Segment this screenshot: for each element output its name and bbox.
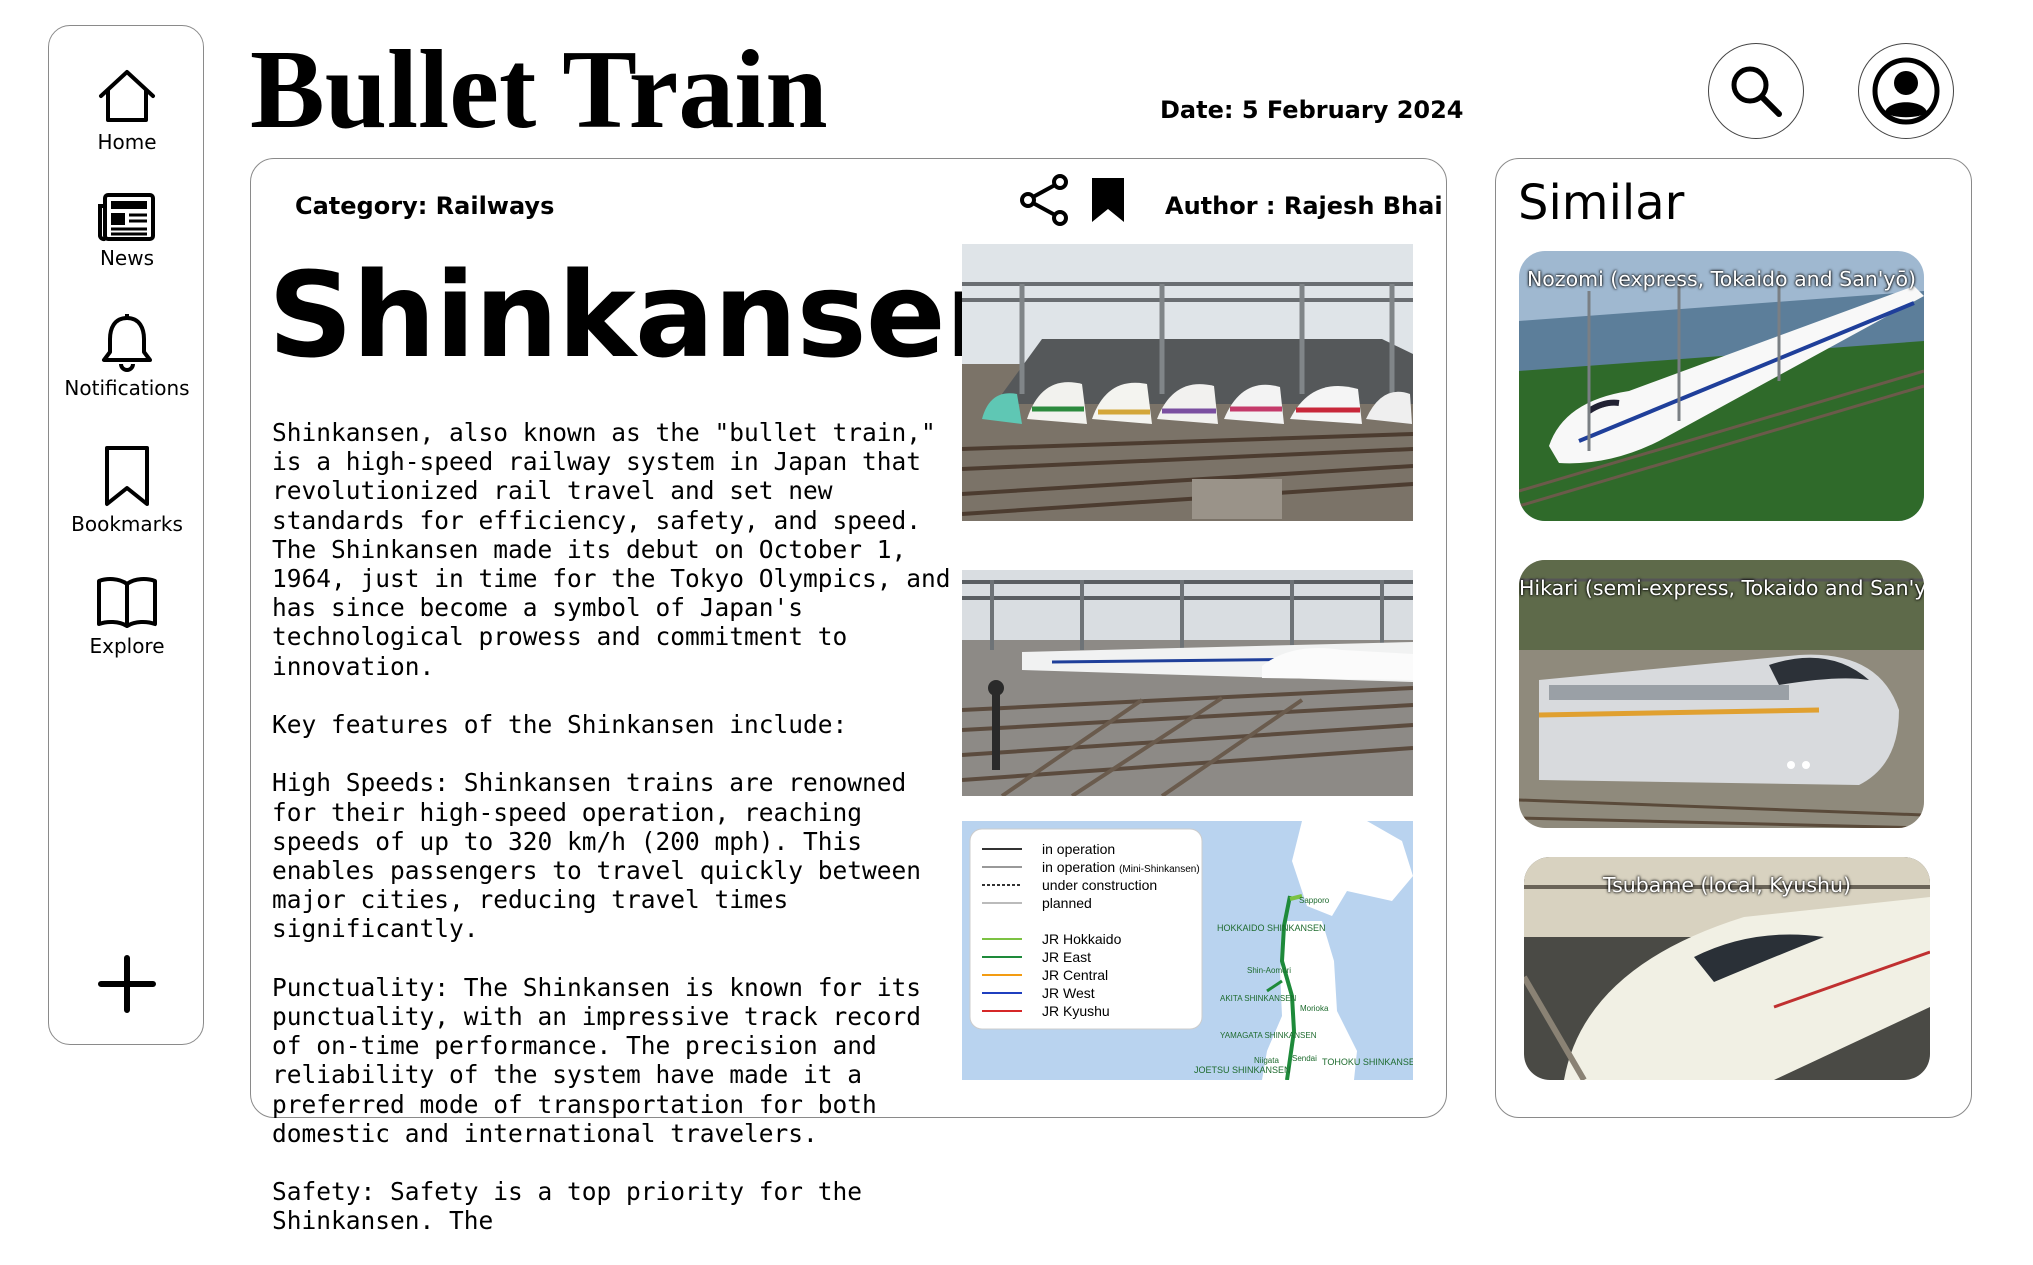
sidebar-item-explore[interactable]: Explore bbox=[49, 574, 205, 658]
map-place-label: Sendai bbox=[1292, 1054, 1317, 1063]
similar-item-hikari[interactable]: Hikari (semi-express, Tokaido and San'yō… bbox=[1519, 560, 1924, 828]
similar-heading: Similar bbox=[1518, 175, 1685, 231]
article-title: Shinkansen bbox=[268, 246, 1029, 384]
bookmark-icon bbox=[1092, 178, 1124, 222]
sidebar-item-label: Explore bbox=[89, 634, 165, 658]
map-legend-operator: JR East bbox=[1042, 949, 1091, 965]
map-place-label: Sapporo bbox=[1299, 896, 1330, 905]
article-paragraph: Shinkansen, also known as the "bullet tr… bbox=[272, 418, 951, 681]
bell-icon bbox=[102, 314, 152, 372]
search-button[interactable] bbox=[1708, 43, 1804, 139]
map-place-label: Shin-Aomori bbox=[1247, 966, 1291, 975]
sidebar-item-label: Home bbox=[97, 130, 157, 154]
map-place-label: Niigata bbox=[1254, 1056, 1279, 1065]
home-icon bbox=[99, 70, 155, 122]
bookmark-icon bbox=[105, 446, 149, 506]
map-legend-status: in operation bbox=[1042, 841, 1115, 857]
sidebar-item-home[interactable]: Home bbox=[49, 66, 205, 154]
profile-button[interactable] bbox=[1858, 43, 1954, 139]
share-button[interactable] bbox=[1018, 174, 1072, 230]
article-category: Category: Railways bbox=[295, 192, 555, 220]
search-icon bbox=[1731, 66, 1782, 117]
similar-item-caption: Nozomi (express, Tokaido and San'yō) bbox=[1526, 267, 1917, 291]
bookmark-article-button[interactable] bbox=[1090, 176, 1126, 228]
share-icon bbox=[1020, 174, 1068, 226]
article-paragraph: Safety: Safety is a top priority for the… bbox=[272, 1177, 863, 1236]
article-paragraph: Key features of the Shinkansen include: bbox=[272, 710, 848, 740]
map-legend-operator: JR Central bbox=[1042, 967, 1108, 983]
map-place-label: AKITA SHINKANSEN bbox=[1220, 994, 1297, 1003]
map-legend-status: planned bbox=[1042, 895, 1092, 911]
article-photo-railyard bbox=[962, 570, 1413, 796]
sidebar-item-label: Bookmarks bbox=[71, 512, 183, 536]
map-place-label: YAMAGATA SHINKANSEN bbox=[1220, 1031, 1317, 1040]
article-photo-depot bbox=[962, 244, 1413, 521]
map-legend-operator: JR Kyushu bbox=[1042, 1003, 1110, 1019]
map-legend-operator: JR West bbox=[1042, 985, 1095, 1001]
similar-item-tsubame[interactable]: Tsubame (local, Kyushu) bbox=[1524, 857, 1930, 1080]
article-author: Author : Rajesh Bhai bbox=[1165, 192, 1443, 220]
map-place-label: JOETSU SHINKANSEN bbox=[1194, 1065, 1291, 1075]
map-place-label: Morioka bbox=[1300, 1004, 1329, 1013]
map-legend-operator: JR Hokkaido bbox=[1042, 931, 1122, 947]
user-profile-icon bbox=[1872, 57, 1940, 125]
plus-icon bbox=[98, 955, 156, 1013]
sidebar-item-label: Notifications bbox=[64, 376, 190, 400]
newspaper-icon bbox=[98, 193, 155, 242]
sidebar-item-label: News bbox=[99, 246, 155, 270]
sidebar: Home News Notifications Bookmarks Explor… bbox=[48, 25, 204, 1045]
add-button[interactable] bbox=[49, 954, 205, 1014]
open-book-icon bbox=[97, 577, 157, 628]
shinkansen-network-map: in operation in operation (Mini-Shinkans… bbox=[962, 821, 1413, 1080]
similar-item-caption: Tsubame (local, Kyushu) bbox=[1602, 873, 1851, 897]
date-label: Date: 5 February 2024 bbox=[1160, 96, 1464, 124]
map-place-label: TOHOKU SHINKANSEN bbox=[1322, 1057, 1413, 1067]
article-paragraph: High Speeds: Shinkansen trains are renow… bbox=[272, 768, 922, 944]
map-legend-status: under construction bbox=[1042, 877, 1157, 893]
similar-item-image bbox=[1519, 560, 1924, 828]
similar-item-nozomi[interactable]: Nozomi (express, Tokaido and San'yō) bbox=[1519, 251, 1924, 521]
map-place-label: HOKKAIDO SHINKANSEN bbox=[1217, 923, 1326, 933]
similar-item-caption: Hikari (semi-express, Tokaido and San'yō… bbox=[1519, 576, 1924, 600]
article-body: Shinkansen, also known as the "bullet tr… bbox=[272, 418, 952, 1265]
sidebar-item-news[interactable]: News bbox=[49, 192, 205, 270]
site-title: Bullet Train bbox=[250, 28, 828, 152]
sidebar-item-bookmarks[interactable]: Bookmarks bbox=[49, 444, 205, 536]
sidebar-item-notifications[interactable]: Notifications bbox=[49, 312, 205, 400]
similar-item-image bbox=[1519, 251, 1924, 521]
article-paragraph: Punctuality: The Shinkansen is known for… bbox=[272, 972, 922, 1148]
